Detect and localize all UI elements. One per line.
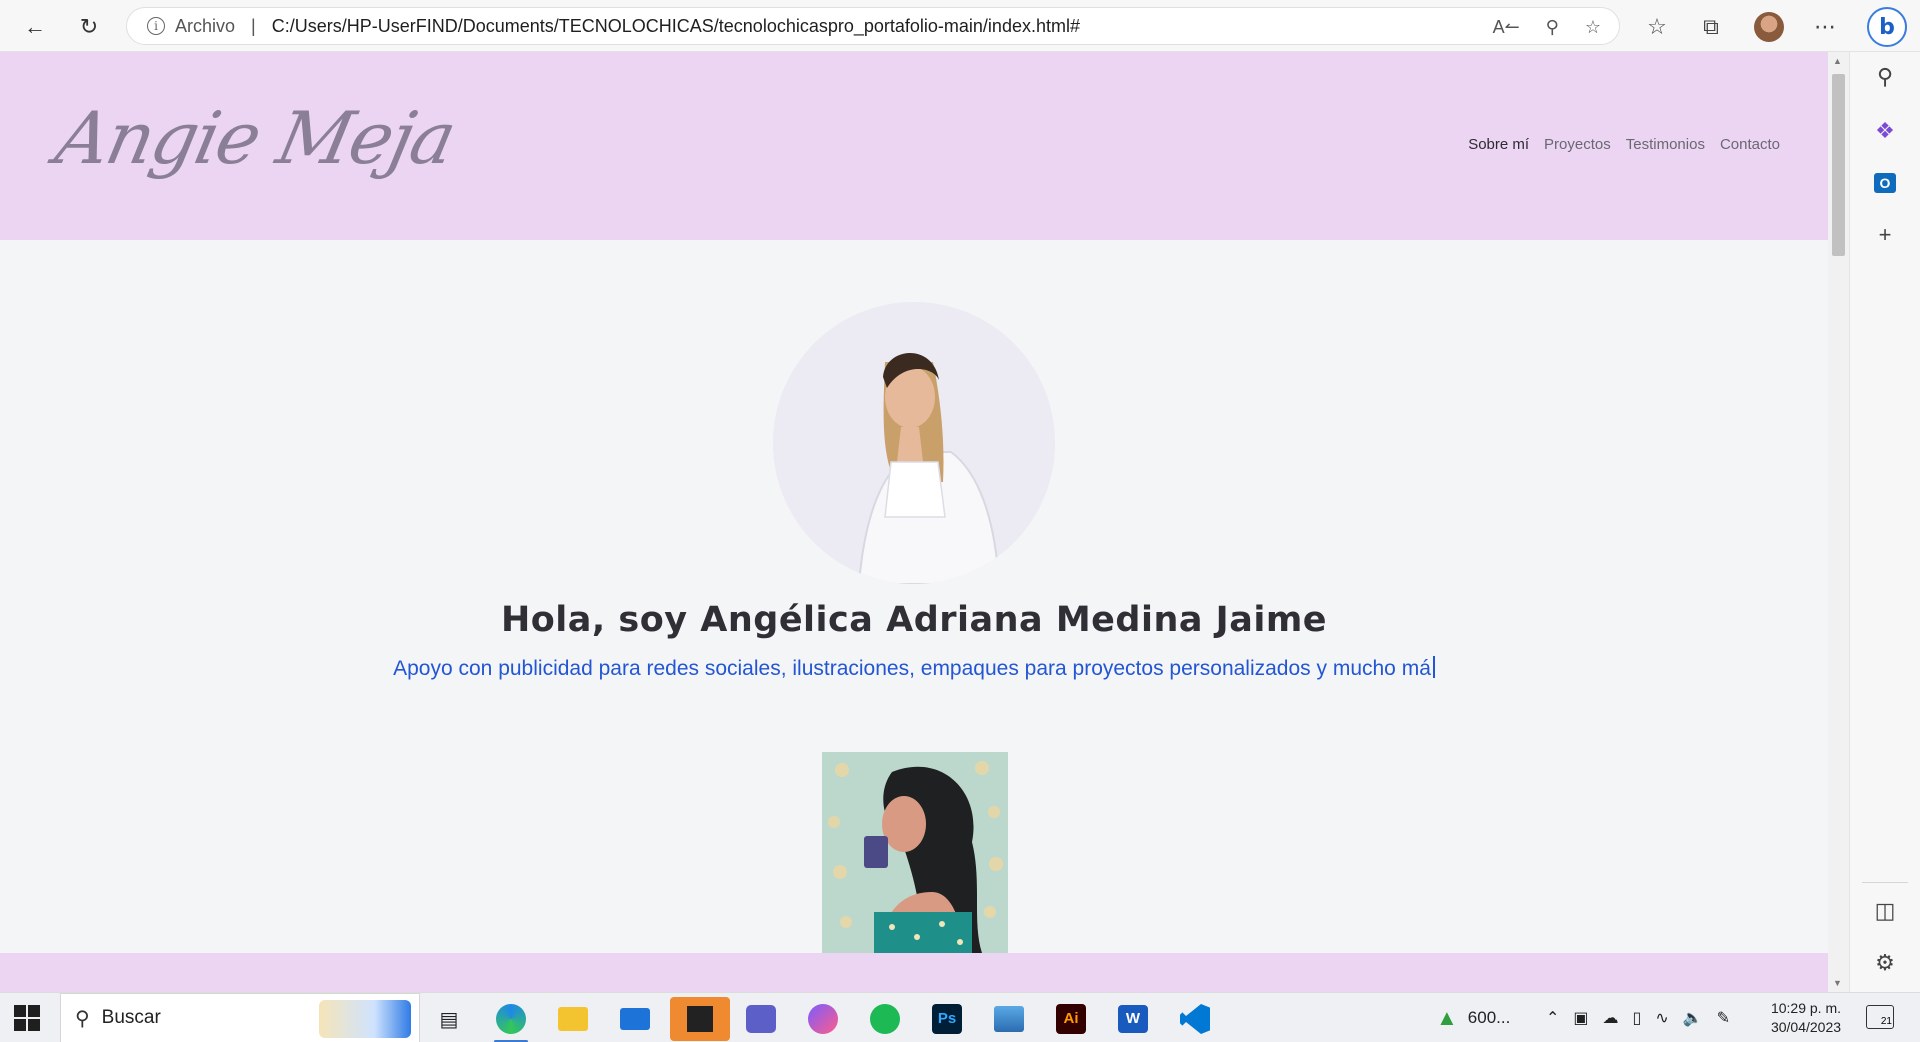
task-view-icon[interactable]: ▤: [428, 999, 470, 1039]
address-bar[interactable]: i Archivo | C:/Users/HP-UserFIND/Documen…: [126, 7, 1620, 45]
next-section-strip: [0, 953, 1828, 992]
stock-value: 600...: [1467, 1008, 1511, 1027]
file-explorer-icon[interactable]: [552, 999, 594, 1039]
address-url[interactable]: C:/Users/HP-UserFIND/Documents/TECNOLOCH…: [272, 16, 1080, 37]
teams-icon[interactable]: [740, 999, 782, 1039]
nav-item-contacto[interactable]: Contacto: [1720, 136, 1780, 153]
sticky-notes-icon[interactable]: [670, 997, 730, 1041]
mail-icon[interactable]: [614, 999, 656, 1039]
profile-photo: [773, 302, 1055, 584]
hero-subtitle-text: Apoyo con publicidad para redes sociales…: [393, 657, 1431, 680]
messenger-icon[interactable]: [802, 999, 844, 1039]
nav-item-proyectos[interactable]: Proyectos: [1544, 136, 1611, 153]
nav-item-sobre-mi[interactable]: Sobre mí: [1468, 136, 1529, 153]
windows-taskbar: ⚲ Buscar ▤ Ps Ai W ▲ 600... ⌃ ▣ ☁ ▯ ∿ 🔈 …: [0, 992, 1920, 1042]
onedrive-icon[interactable]: ☁: [1603, 1008, 1619, 1028]
sidebar-settings-icon[interactable]: ⚙: [1870, 948, 1900, 978]
hero-subtitle: Apoyo con publicidad para redes sociales…: [0, 656, 1828, 681]
browser-toolbar: ← ↻ i Archivo | C:/Users/HP-UserFIND/Doc…: [0, 0, 1920, 52]
vscode-icon[interactable]: [1174, 999, 1216, 1039]
search-highlight-image: [319, 1000, 411, 1038]
stock-widget[interactable]: ▲ 600...: [1436, 993, 1510, 1042]
sidebar-toggle-icon[interactable]: ◫: [1870, 896, 1900, 926]
volume-icon[interactable]: 🔈: [1683, 1008, 1703, 1028]
illustrator-icon[interactable]: Ai: [1050, 999, 1092, 1039]
sidebar-outlook-icon[interactable]: O: [1870, 168, 1900, 198]
bing-chat-button[interactable]: b: [1866, 6, 1908, 48]
search-icon: ⚲: [75, 1007, 90, 1030]
more-options-icon[interactable]: ⋯: [1808, 10, 1842, 44]
edge-icon[interactable]: [490, 999, 532, 1042]
favorites-icon[interactable]: ☆: [1640, 10, 1674, 44]
site-info-icon[interactable]: i: [147, 17, 165, 35]
search-placeholder: Buscar: [101, 1007, 161, 1028]
profile-button[interactable]: [1752, 10, 1786, 44]
scroll-up-icon[interactable]: ▲: [1833, 56, 1842, 66]
meet-now-icon[interactable]: ▣: [1573, 1008, 1588, 1028]
spotify-icon[interactable]: [864, 999, 906, 1039]
system-tray: ⌃ ▣ ☁ ▯ ∿ 🔈 ✎: [1546, 993, 1730, 1042]
pen-icon[interactable]: ✎: [1717, 1008, 1730, 1028]
illustration-image: [822, 752, 1008, 953]
sidebar-add-icon[interactable]: +: [1870, 220, 1900, 250]
web-page: Angie Meja Sobre mí Proyectos Testimonio…: [0, 52, 1828, 992]
profile-photo-illustration: [773, 302, 1055, 584]
read-aloud-icon[interactable]: A↼: [1493, 17, 1520, 38]
scrollbar-thumb[interactable]: [1832, 74, 1845, 256]
add-favorite-icon[interactable]: ☆: [1585, 17, 1601, 38]
collections-icon[interactable]: ⧉: [1694, 10, 1728, 44]
word-icon[interactable]: W: [1112, 999, 1154, 1039]
clock-date: 30/04/2023: [1770, 1019, 1842, 1035]
site-logo[interactable]: Angie Meja: [49, 96, 461, 180]
sidebar-copilot-icon[interactable]: ❖: [1870, 116, 1900, 146]
zoom-icon[interactable]: ⚲: [1546, 17, 1559, 38]
site-nav: Sobre mí Proyectos Testimonios Contacto: [1468, 136, 1780, 153]
clock-time: 10:29 p. m.: [1770, 1000, 1842, 1016]
show-hidden-icons-icon[interactable]: ⌃: [1546, 1008, 1559, 1028]
scroll-down-icon[interactable]: ▼: [1833, 978, 1842, 988]
address-label: Archivo: [175, 15, 236, 36]
typing-caret: [1432, 656, 1435, 678]
illustration-artwork: [822, 752, 1008, 953]
photos-icon[interactable]: [988, 999, 1030, 1039]
sidebar-search-icon[interactable]: ⚲: [1870, 62, 1900, 92]
notifications-icon[interactable]: 21: [1866, 1005, 1894, 1029]
refresh-icon[interactable]: ↻: [72, 10, 106, 44]
stock-chart-icon: ▲: [1436, 1005, 1458, 1030]
taskbar-search[interactable]: ⚲ Buscar: [60, 993, 420, 1042]
page-scrollbar[interactable]: ▲ ▼: [1828, 52, 1849, 992]
taskbar-clock[interactable]: 10:29 p. m. 30/04/2023: [1766, 999, 1846, 1037]
wifi-icon[interactable]: ∿: [1655, 1008, 1668, 1028]
notification-count: 21: [1880, 1016, 1892, 1027]
nav-item-testimonios[interactable]: Testimonios: [1626, 136, 1705, 153]
battery-icon[interactable]: ▯: [1633, 1008, 1642, 1028]
edge-sidebar: ⚲ ❖ O + ◫ ⚙: [1849, 52, 1920, 992]
bing-icon: b: [1867, 7, 1907, 47]
address-separator: |: [251, 15, 256, 36]
avatar: [1754, 12, 1784, 42]
photoshop-icon[interactable]: Ps: [926, 999, 968, 1039]
sidebar-divider: [1862, 882, 1908, 883]
back-icon[interactable]: ←: [18, 10, 52, 44]
windows-start-icon[interactable]: [14, 1005, 40, 1031]
site-header: Angie Meja Sobre mí Proyectos Testimonio…: [0, 52, 1828, 240]
hero-title: Hola, soy Angélica Adriana Medina Jaime: [500, 600, 1328, 640]
